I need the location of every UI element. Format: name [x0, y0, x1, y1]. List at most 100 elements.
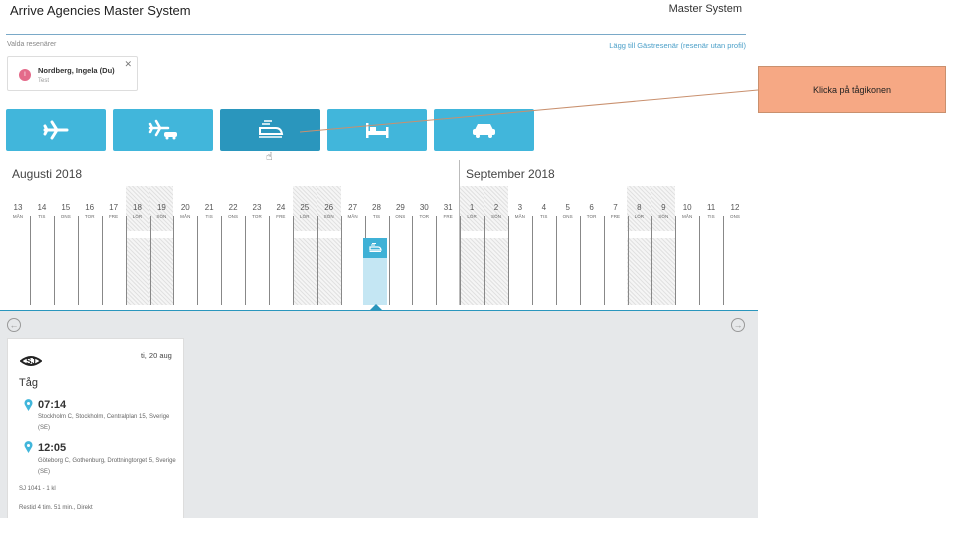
app-title: Arrive Agencies Master System: [10, 3, 191, 18]
calendar-day[interactable]: 20 MÅN: [175, 203, 195, 220]
day-number: 23: [252, 203, 262, 212]
calendar-day[interactable]: 13 MÅN: [8, 203, 28, 220]
day-gridline: [269, 216, 270, 305]
hotel-button[interactable]: [327, 109, 427, 151]
calendar-day[interactable]: 2 SÖN: [486, 203, 506, 220]
train-button[interactable]: [220, 109, 320, 151]
day-weekday: TOR: [84, 214, 95, 219]
day-weekday: MÅN: [180, 214, 191, 219]
day-gridline: [292, 216, 294, 305]
day-gridline: [675, 216, 677, 305]
add-guest-link[interactable]: Lägg till Gästresenär (resenär utan prof…: [609, 41, 746, 50]
day-weekday: TIS: [540, 214, 548, 219]
day-number: 28: [372, 203, 381, 212]
day-gridline: [508, 216, 509, 305]
calendar-day[interactable]: 30 TOR: [414, 203, 434, 220]
arrival-address: Göteborg C, Gothenburg, Drottningtorget …: [38, 458, 176, 475]
day-weekday: TIS: [205, 214, 213, 219]
day-gridline: [340, 216, 342, 305]
calendar-day[interactable]: 29 ONS: [390, 203, 410, 220]
calendar-day[interactable]: 31 FRE: [438, 203, 458, 220]
avatar: I: [19, 69, 31, 81]
system-label: Master System: [668, 3, 742, 15]
day-number: 15: [61, 203, 71, 212]
departure-time: 07:14: [38, 399, 67, 411]
calendar-day[interactable]: 9 SÖN: [653, 203, 673, 220]
calendar-day[interactable]: 12 ONS: [725, 203, 745, 220]
calendar-day[interactable]: 7 FRE: [606, 203, 626, 220]
calendar-day[interactable]: 8 LÖR: [629, 203, 649, 220]
calendar-day[interactable]: 17 FRE: [104, 203, 124, 220]
calendar-day[interactable]: 27 MÅN: [343, 203, 363, 220]
day-gridline: [579, 216, 581, 305]
day-weekday: TOR: [586, 214, 597, 219]
day-weekday: LÖR: [300, 214, 310, 219]
day-number: 14: [37, 203, 47, 212]
day-number: 10: [682, 203, 692, 212]
calendar-day[interactable]: 26 SÖN: [319, 203, 339, 220]
day-number: 21: [204, 203, 214, 212]
day-weekday: LÖR: [634, 214, 645, 219]
location-pin-icon: [24, 441, 33, 453]
svg-text:SJ: SJ: [26, 357, 36, 366]
calendar-day[interactable]: 5 ONS: [558, 203, 578, 220]
selected-day-marker[interactable]: [363, 238, 387, 305]
day-gridline: [101, 216, 103, 305]
calendar-day[interactable]: 1 LÖR: [462, 203, 482, 220]
day-weekday: MÅN: [682, 214, 693, 219]
weekend-body-shade: [292, 238, 317, 305]
car-icon: [473, 124, 495, 138]
calendar-day[interactable]: 3 MÅN: [510, 203, 530, 220]
calendar-day[interactable]: 25 LÖR: [295, 203, 315, 220]
calendar-day[interactable]: 18 LÖR: [128, 203, 148, 220]
day-number: 19: [156, 203, 166, 212]
mouse-pointer-icon: ☝: [266, 151, 273, 163]
calendar-day[interactable]: 19 SÖN: [151, 203, 171, 220]
day-number: 2: [493, 203, 499, 212]
calendar-day[interactable]: 14 TIS: [32, 203, 52, 220]
calendar-day[interactable]: 15 ONS: [56, 203, 76, 220]
car-button[interactable]: [434, 109, 534, 151]
airplane-car-icon: [148, 119, 177, 140]
day-gridline: [531, 216, 533, 305]
day-number: 9: [661, 203, 666, 212]
day-gridline: [723, 216, 725, 305]
calendar-day[interactable]: 21 TIS: [199, 203, 219, 220]
previous-arrow-icon[interactable]: ←: [7, 318, 21, 332]
weekend-body-shade: [484, 238, 508, 305]
day-weekday: ONS: [60, 214, 71, 219]
calendar-day[interactable]: 10 MÅN: [677, 203, 697, 220]
day-weekday: TIS: [38, 214, 46, 219]
day-number: 4: [541, 203, 547, 212]
trip-card[interactable]: SJ ti, 20 aug Tåg 07:14 Stockholm C, Sto…: [7, 338, 184, 518]
day-number: 16: [85, 203, 95, 212]
weekend-body-shade: [316, 238, 341, 305]
train-info: SJ 1041 - 1 kl: [19, 486, 56, 492]
flight-button[interactable]: [6, 109, 106, 151]
day-weekday: TIS: [372, 214, 381, 219]
traveler-card[interactable]: I Nordberg, Ingela (Du) Test ✕: [7, 56, 138, 91]
calendar-day[interactable]: 16 TOR: [80, 203, 100, 220]
calendar-day[interactable]: 24 FRE: [271, 203, 291, 220]
day-gridline: [221, 216, 223, 305]
day-number: 25: [300, 203, 310, 212]
calendar-day[interactable]: 4 TIS: [534, 203, 554, 220]
calendar-day[interactable]: 28 TIS: [367, 203, 387, 220]
remove-traveler-icon[interactable]: ✕: [124, 59, 132, 70]
next-arrow-icon[interactable]: →: [731, 318, 745, 332]
calendar-day[interactable]: 11 TIS: [701, 203, 721, 220]
day-gridline: [197, 216, 199, 305]
day-number: 17: [109, 203, 119, 212]
weekend-body-shade: [627, 238, 652, 305]
airplane-icon: [43, 120, 69, 140]
app-window: Arrive Agencies Master System Master Sys…: [0, 0, 758, 518]
calendar-day[interactable]: 6 TOR: [582, 203, 602, 220]
departure-address: Stockholm C, Stockholm, Centralplan 15, …: [38, 414, 170, 431]
day-weekday: SÖN: [156, 214, 167, 219]
calendar-day[interactable]: 23 TOR: [247, 203, 267, 220]
day-number: 27: [348, 203, 358, 212]
flight-car-button[interactable]: [113, 109, 213, 151]
day-weekday: FRE: [443, 214, 453, 219]
calendar-day[interactable]: 22 ONS: [223, 203, 243, 220]
weekend-body-shade: [460, 238, 485, 305]
